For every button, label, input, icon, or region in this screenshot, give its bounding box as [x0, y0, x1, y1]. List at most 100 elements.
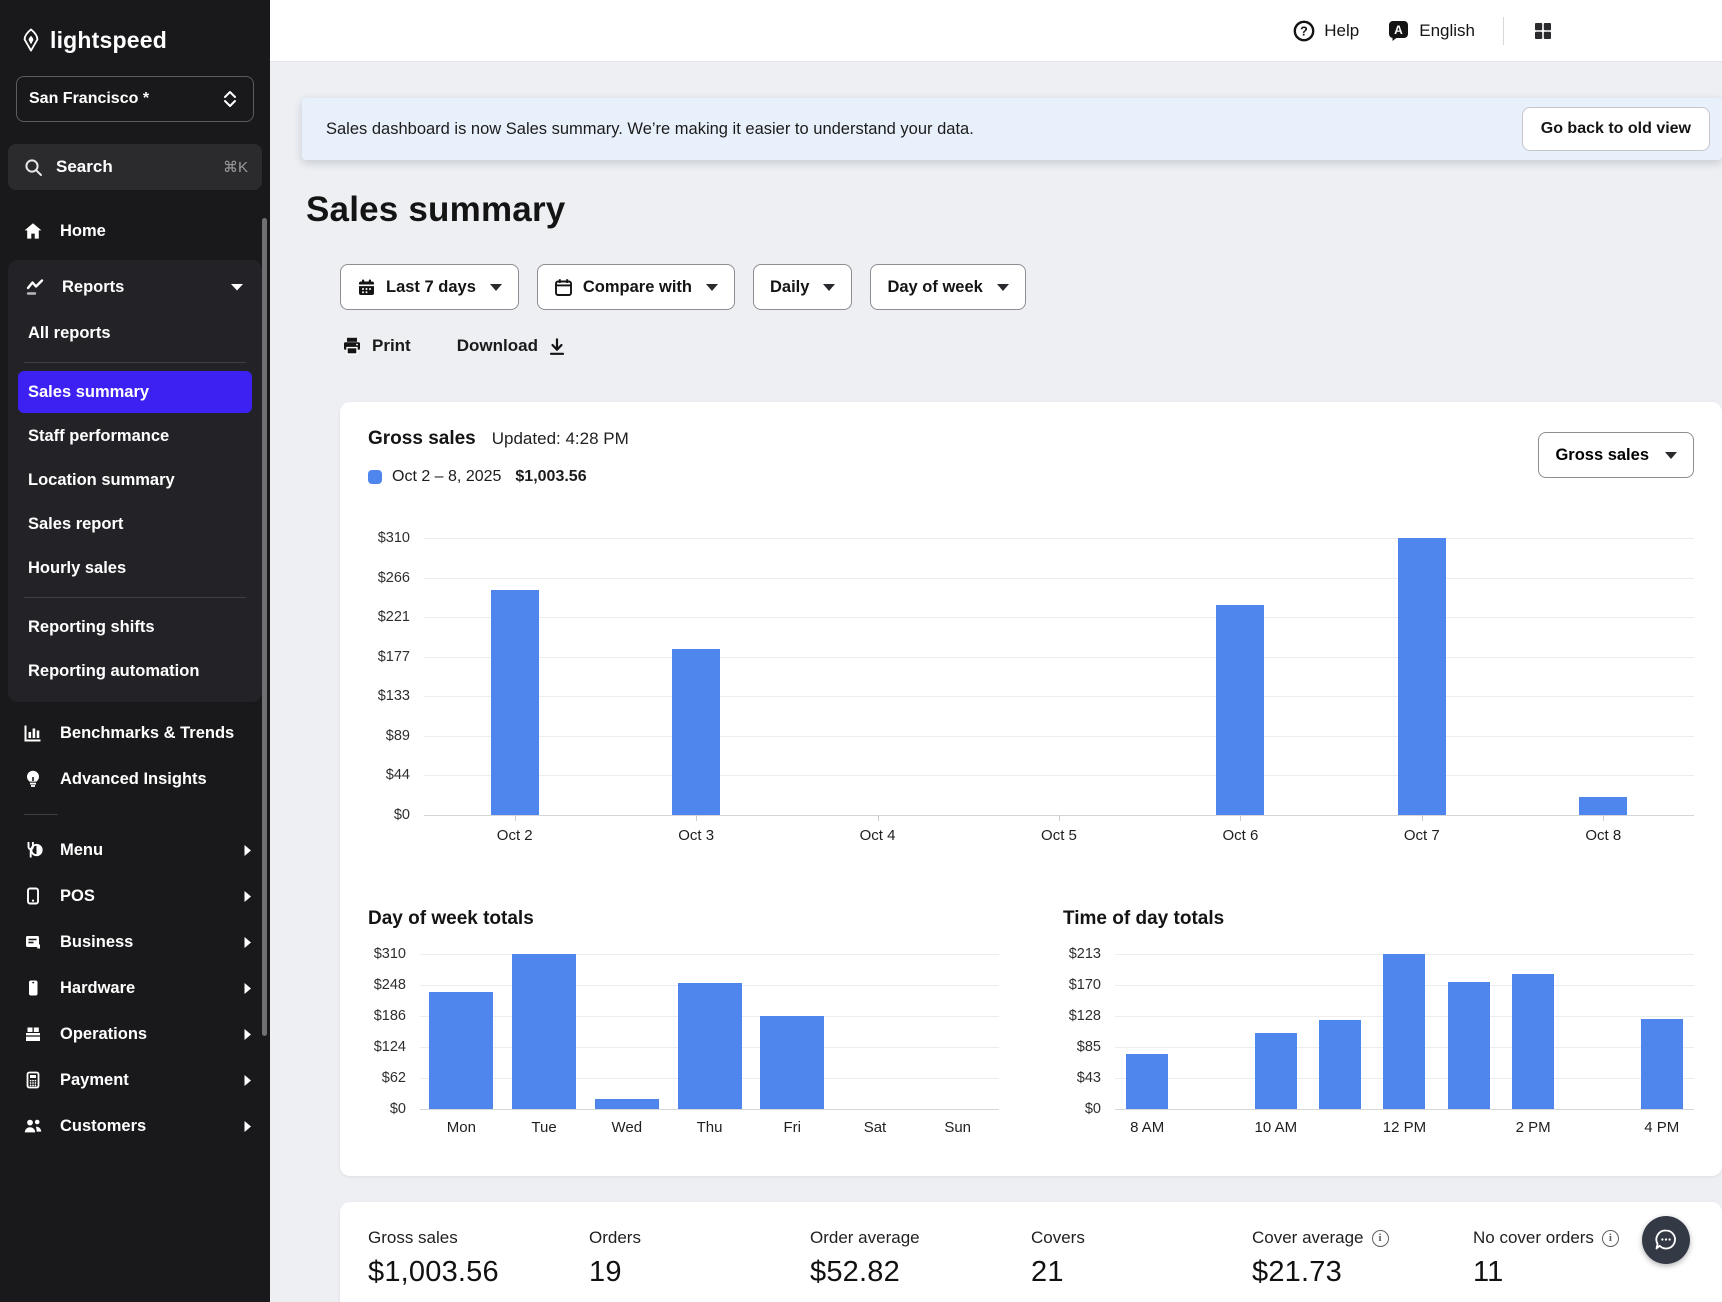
stat-order-average: Order average $52.82	[810, 1228, 1031, 1289]
bar[interactable]	[760, 1016, 824, 1109]
card-title: Gross sales	[368, 428, 476, 450]
chat-support-button[interactable]	[1642, 1216, 1690, 1264]
bar[interactable]	[1641, 1019, 1683, 1109]
bar-slot	[1630, 954, 1694, 1109]
operations-icon	[22, 1023, 44, 1045]
sidebar-item-hardware[interactable]: Hardware	[0, 965, 270, 1011]
bar-slot	[916, 954, 999, 1109]
sidebar-item-business[interactable]: Business	[0, 919, 270, 965]
bar-slot	[1513, 538, 1694, 815]
sidebar: lightspeed San Francisco * Search ⌘K Hom…	[0, 0, 270, 1302]
sidebar-item-label: Sales summary	[28, 383, 149, 402]
sidebar-item-label: Reports	[62, 278, 124, 297]
sidebar-item-reports[interactable]: Reports	[8, 264, 262, 310]
grouping-filter[interactable]: Day of week	[870, 264, 1025, 310]
bar[interactable]	[1126, 1054, 1168, 1109]
x-axis-label: Thu	[668, 1119, 751, 1136]
sidebar-item-payment[interactable]: Payment	[0, 1057, 270, 1103]
bar[interactable]	[595, 1099, 659, 1109]
sidebar-item-location-summary[interactable]: Location summary	[18, 459, 252, 501]
bar[interactable]	[678, 983, 742, 1109]
bar[interactable]	[1398, 538, 1446, 815]
sidebar-item-label: Hardware	[60, 979, 135, 998]
print-button[interactable]: Print	[342, 336, 411, 356]
sidebar-item-pos[interactable]: POS	[0, 873, 270, 919]
bar[interactable]	[1512, 974, 1554, 1109]
chevron-down-icon	[706, 284, 718, 291]
bar[interactable]	[1448, 982, 1490, 1109]
sidebar-item-menu[interactable]: Menu	[0, 827, 270, 873]
granularity-label: Daily	[770, 278, 809, 297]
bar-slot	[1244, 954, 1308, 1109]
sidebar-item-label: Business	[60, 933, 133, 952]
sidebar-item-customers[interactable]: Customers	[0, 1103, 270, 1149]
download-button[interactable]: Download	[457, 336, 566, 356]
language-button[interactable]: A English	[1387, 19, 1475, 42]
up-down-chevrons-icon	[219, 88, 241, 110]
chevron-right-icon	[243, 1120, 252, 1133]
app-switcher-button[interactable]	[1532, 20, 1554, 42]
search-input[interactable]: Search ⌘K	[8, 144, 262, 190]
insights-icon	[22, 768, 44, 790]
stat-label-text: No cover orders	[1473, 1228, 1594, 1248]
banner-message: Sales dashboard is now Sales summary. We…	[326, 120, 974, 139]
summary-stats-card: Gross sales $1,003.56 Orders 19 Order av…	[340, 1202, 1722, 1302]
x-axis-label: Oct 7	[1331, 827, 1512, 844]
sidebar-item-reporting-automation[interactable]: Reporting automation	[18, 650, 252, 692]
sidebar-scrollbar[interactable]	[262, 218, 267, 1036]
sidebar-item-operations[interactable]: Operations	[0, 1011, 270, 1057]
compare-with-filter[interactable]: Compare with	[537, 264, 735, 310]
top-bar: ? Help A English	[270, 0, 1722, 62]
chart-plot-area	[1115, 954, 1694, 1109]
sidebar-item-benchmarks[interactable]: Benchmarks & Trends	[0, 710, 270, 756]
bar[interactable]	[1216, 605, 1264, 815]
granularity-filter[interactable]: Daily	[753, 264, 852, 310]
location-selector[interactable]: San Francisco *	[16, 76, 254, 122]
divider	[1503, 17, 1504, 45]
x-axis-label	[1437, 1119, 1501, 1136]
metric-selector-label: Gross sales	[1555, 446, 1649, 465]
x-axis: 8 AM10 AM12 PM2 PM4 PM	[1115, 1119, 1694, 1136]
sidebar-item-label: Menu	[60, 841, 103, 860]
search-placeholder: Search	[56, 157, 113, 177]
bar[interactable]	[1319, 1020, 1361, 1109]
x-axis-label: Oct 4	[787, 827, 968, 844]
sidebar-item-advanced-insights[interactable]: Advanced Insights	[0, 756, 270, 802]
sidebar-item-sales-report[interactable]: Sales report	[18, 503, 252, 545]
sidebar-item-hourly-sales[interactable]: Hourly sales	[18, 547, 252, 589]
sidebar-item-reporting-shifts[interactable]: Reporting shifts	[18, 606, 252, 648]
stat-label: Order average	[810, 1228, 1031, 1248]
bar[interactable]	[491, 590, 539, 815]
day-of-week-chart: $310$248$186$124$62$0	[368, 954, 999, 1109]
metric-selector-dropdown[interactable]: Gross sales	[1538, 432, 1694, 478]
info-icon[interactable]: i	[1602, 1230, 1619, 1247]
sidebar-item-home[interactable]: Home	[0, 208, 270, 254]
notification-banner: Sales dashboard is now Sales summary. We…	[302, 98, 1722, 160]
bar-slot	[585, 954, 668, 1109]
y-axis: $213$170$128$85$43$0	[1063, 954, 1115, 1109]
chevron-right-icon	[243, 844, 252, 857]
business-icon	[22, 931, 44, 953]
bar[interactable]	[1255, 1033, 1297, 1109]
sidebar-item-sales-summary[interactable]: Sales summary	[18, 371, 252, 413]
download-label: Download	[457, 336, 538, 356]
bar[interactable]	[672, 649, 720, 815]
bar[interactable]	[512, 954, 576, 1109]
reports-group: Reports All reports Sales summary Staff …	[8, 260, 262, 702]
bar[interactable]	[1383, 954, 1425, 1109]
help-button[interactable]: ? Help	[1293, 20, 1359, 42]
date-range-filter[interactable]: Last 7 days	[340, 264, 519, 310]
stat-label: Orders	[589, 1228, 810, 1248]
stat-gross-sales: Gross sales $1,003.56	[368, 1228, 589, 1289]
bar[interactable]	[1579, 797, 1627, 815]
info-icon[interactable]: i	[1372, 1230, 1389, 1247]
x-axis-label: 10 AM	[1244, 1119, 1308, 1136]
x-axis-label: Sat	[834, 1119, 917, 1136]
sidebar-item-label: Staff performance	[28, 427, 169, 446]
stat-value: $21.73	[1252, 1256, 1473, 1289]
go-back-to-old-view-button[interactable]: Go back to old view	[1522, 107, 1710, 151]
bar[interactable]	[429, 992, 493, 1110]
y-axis: $310$248$186$124$62$0	[368, 954, 420, 1109]
sidebar-item-staff-performance[interactable]: Staff performance	[18, 415, 252, 457]
sidebar-item-all-reports[interactable]: All reports	[18, 312, 252, 354]
